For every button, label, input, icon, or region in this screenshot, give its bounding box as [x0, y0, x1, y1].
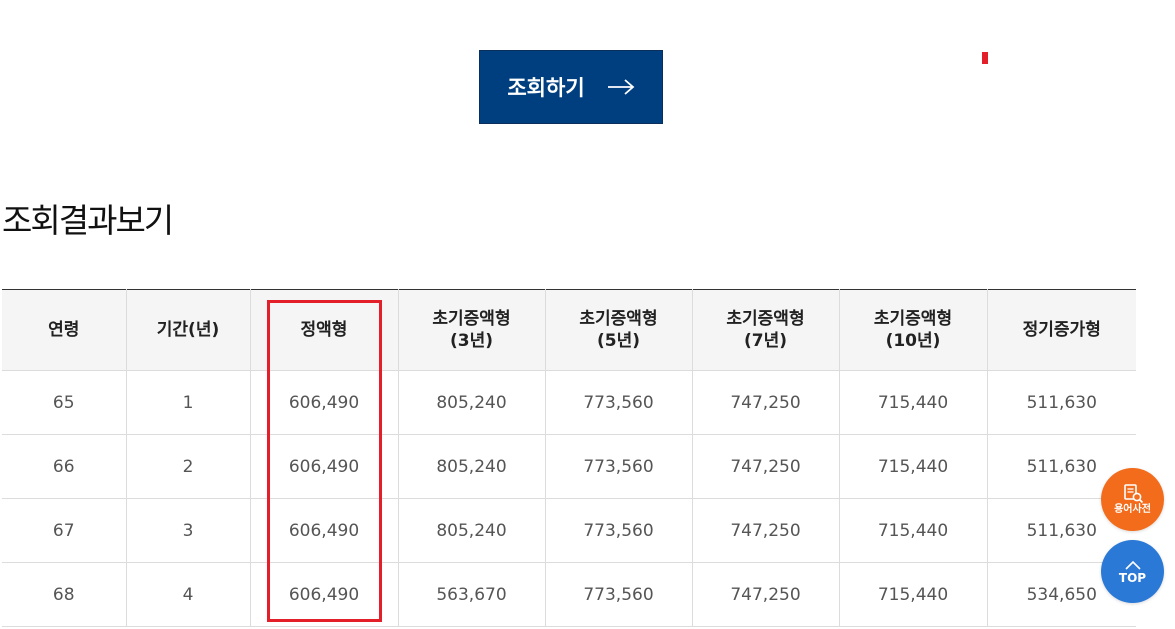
header-early-increase-10y: 초기증액형 (10년): [839, 289, 988, 371]
cell-early-10y: 715,440: [839, 370, 988, 435]
cell-period: 2: [126, 434, 251, 499]
header-early-increase-5y: 초기증액형 (5년): [545, 289, 693, 371]
cell-age: 68: [2, 562, 127, 627]
cell-period: 3: [126, 498, 251, 563]
scroll-top-label: TOP: [1118, 570, 1147, 585]
scroll-top-button[interactable]: TOP: [1101, 540, 1164, 603]
cell-early-3y: 805,240: [398, 370, 546, 435]
search-button[interactable]: 조회하기: [479, 50, 663, 124]
header-early-increase-7y: 초기증액형 (7년): [692, 289, 840, 371]
search-button-label: 조회하기: [507, 76, 585, 100]
header-age: 연령: [2, 289, 127, 371]
cell-age: 67: [2, 498, 127, 563]
header-early-increase-3y: 초기증액형 (3년): [398, 289, 546, 371]
table-row: 67 3 606,490 805,240 773,560 747,250 715…: [2, 498, 1136, 563]
dictionary-button-label: 용어사전: [1114, 503, 1151, 515]
cell-fixed: 606,490: [250, 562, 399, 627]
cell-early-7y: 747,250: [692, 434, 840, 499]
cell-early-10y: 715,440: [839, 434, 988, 499]
cell-fixed: 606,490: [250, 434, 399, 499]
chevron-up-icon: [1124, 560, 1141, 570]
cell-early-3y: 563,670: [398, 562, 546, 627]
cell-early-10y: 715,440: [839, 498, 988, 563]
dictionary-button[interactable]: 용어사전: [1101, 468, 1164, 531]
header-period: 기간(년): [126, 289, 251, 371]
header-regular-increase: 정기증가형: [987, 289, 1136, 371]
red-marker: [982, 52, 988, 64]
cell-early-3y: 805,240: [398, 434, 546, 499]
cell-early-5y: 773,560: [545, 498, 693, 563]
section-title: 조회결과보기: [2, 201, 174, 240]
cell-early-7y: 747,250: [692, 370, 840, 435]
cell-age: 66: [2, 434, 127, 499]
cell-fixed: 606,490: [250, 498, 399, 563]
table-row: 65 1 606,490 805,240 773,560 747,250 715…: [2, 370, 1136, 435]
cell-early-7y: 747,250: [692, 498, 840, 563]
cell-early-5y: 773,560: [545, 370, 693, 435]
arrow-right-icon: [607, 79, 635, 95]
cell-fixed: 606,490: [250, 370, 399, 435]
cell-early-5y: 773,560: [545, 562, 693, 627]
header-fixed: 정액형: [250, 289, 399, 371]
cell-early-10y: 715,440: [839, 562, 988, 627]
page: 조회하기 조회결과보기 연령 기간(년) 정액형 초기증액형 (3년) 초기증액형…: [0, 0, 1175, 629]
cell-early-3y: 805,240: [398, 498, 546, 563]
cell-early-5y: 773,560: [545, 434, 693, 499]
result-table: 연령 기간(년) 정액형 초기증액형 (3년) 초기증액형 (5년) 초기증액형 (7…: [2, 289, 1136, 627]
cell-period: 1: [126, 370, 251, 435]
table-header-row: 연령 기간(년) 정액형 초기증액형 (3년) 초기증액형 (5년) 초기증액형 (7…: [2, 289, 1136, 371]
cell-period: 4: [126, 562, 251, 627]
cell-regular: 511,630: [987, 370, 1136, 435]
table-row: 66 2 606,490 805,240 773,560 747,250 715…: [2, 434, 1136, 499]
cell-age: 65: [2, 370, 127, 435]
cell-early-7y: 747,250: [692, 562, 840, 627]
book-search-icon: [1123, 483, 1143, 503]
table-row: 68 4 606,490 563,670 773,560 747,250 715…: [2, 562, 1136, 627]
